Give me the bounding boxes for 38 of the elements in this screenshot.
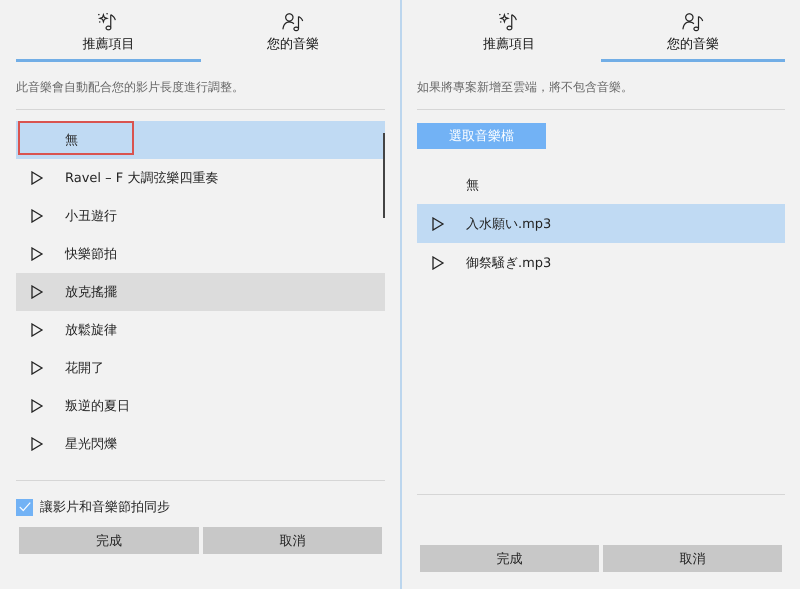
tab[interactable]: 推薦項目 (417, 0, 601, 62)
tab[interactable]: 您的音樂 (601, 0, 785, 62)
music-list-item[interactable]: 入水願い.mp3 (417, 204, 785, 243)
dialog-button[interactable]: 取消 (202, 527, 382, 554)
person-note-icon (282, 11, 304, 33)
tab[interactable]: 您的音樂 (200, 0, 385, 62)
person-note-icon (682, 11, 704, 33)
music-list-item[interactable]: 星光閃爍 (16, 425, 385, 463)
play-icon[interactable] (31, 323, 43, 337)
music-list-item[interactable]: 快樂節拍 (16, 235, 385, 273)
dialog-button[interactable]: 取消 (603, 545, 782, 572)
music-list-item[interactable]: 御祭騒ぎ.mp3 (417, 243, 785, 282)
checkbox-label: 讓影片和音樂節拍同步 (40, 499, 170, 516)
music-list-item[interactable]: 小丑遊行 (16, 197, 385, 235)
music-list-item[interactable]: 放鬆旋律 (16, 311, 385, 349)
checkbox[interactable] (16, 498, 33, 516)
tab[interactable]: 推薦項目 (16, 0, 200, 62)
play-icon[interactable] (31, 285, 43, 299)
dialog-button[interactable]: 完成 (19, 527, 198, 554)
music-list-item[interactable]: 放克搖擺 (16, 273, 385, 311)
play-icon[interactable] (31, 171, 43, 185)
play-icon[interactable] (432, 256, 444, 270)
music-list-item[interactable]: 花開了 (16, 349, 385, 387)
play-icon[interactable] (31, 247, 43, 261)
music-list-item[interactable]: 叛逆的夏日 (16, 387, 385, 425)
music-list-item[interactable]: 無 (16, 121, 385, 159)
music-list-item[interactable]: Ravel – F 大調弦樂四重奏 (16, 159, 385, 197)
sparkle-note-icon (498, 11, 520, 33)
description-text: 此音樂會自動配合您的影片長度進行調整。 (16, 79, 245, 96)
scrollbar[interactable] (383, 133, 385, 218)
play-icon[interactable] (31, 361, 43, 375)
play-icon[interactable] (432, 216, 444, 230)
play-icon[interactable] (31, 399, 43, 413)
music-list-item[interactable]: 無 (417, 165, 785, 204)
play-icon[interactable] (31, 209, 43, 223)
dialog-button[interactable]: 完成 (420, 545, 599, 572)
description-text: 如果將專案新增至雲端，將不包含音樂。 (417, 79, 634, 96)
play-icon[interactable] (31, 437, 43, 451)
